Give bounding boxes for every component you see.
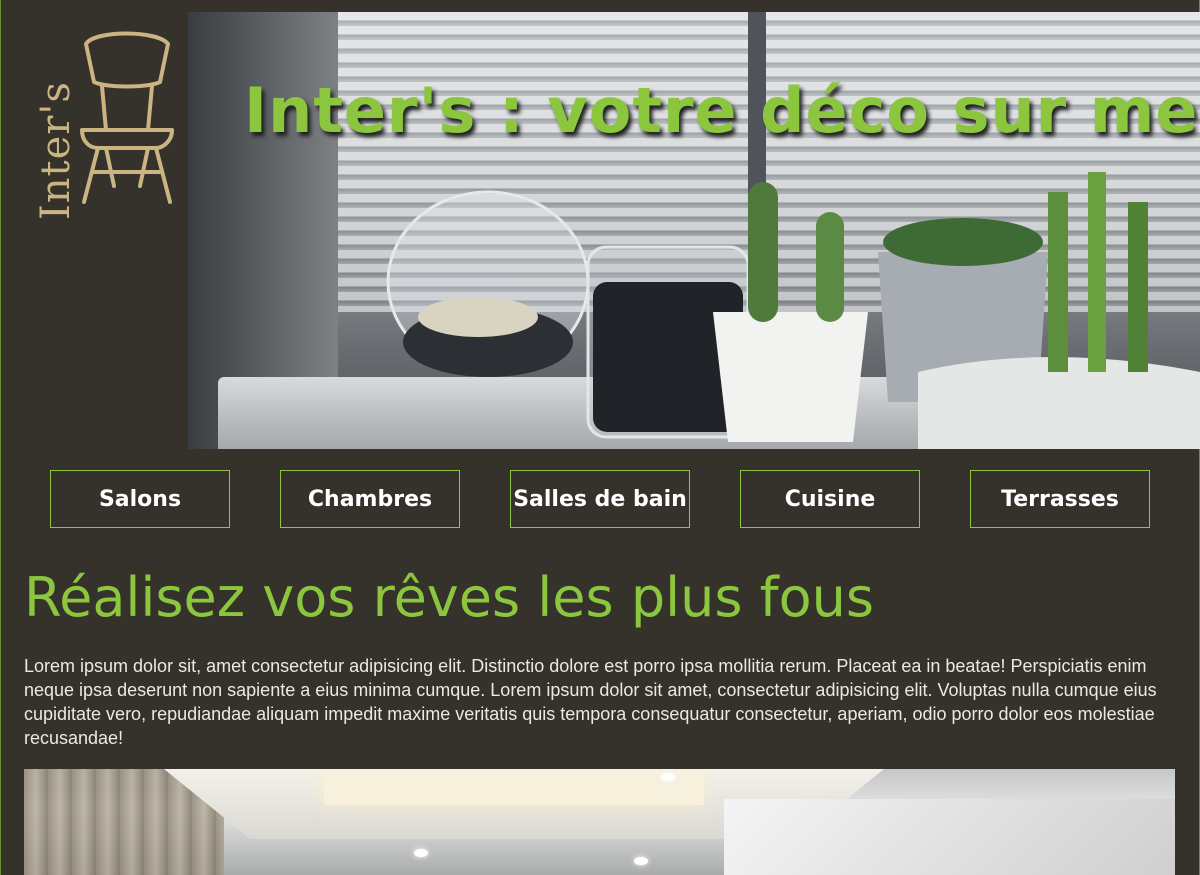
nav-item-cuisine[interactable]: Cuisine [740,470,920,528]
chair-icon [80,31,174,204]
logo-text: Inter's [33,81,79,220]
page-title: Réalisez vos rêves les plus fous [24,566,875,629]
photo-ceiling-light [324,769,704,805]
photo-lamp [634,857,648,865]
photo-lamp [661,773,675,781]
hero-title: Inter's : votre déco sur mesure [244,74,1200,147]
hero-banner: Inter's : votre déco sur mesure [188,12,1200,449]
nav-item-salles-de-bain[interactable]: Salles de bain [510,470,690,528]
logo[interactable]: Inter's [14,20,184,220]
photo-lamp [414,849,428,857]
nav-item-terrasses[interactable]: Terrasses [970,470,1150,528]
intro-text: Lorem ipsum dolor sit, amet consectetur … [24,656,1157,748]
photo-stairs [724,799,1175,875]
interior-photo [24,769,1175,875]
nav-item-chambres[interactable]: Chambres [280,470,460,528]
main-nav: Salons Chambres Salles de bain Cuisine T… [50,470,1150,528]
nav-item-salons[interactable]: Salons [50,470,230,528]
